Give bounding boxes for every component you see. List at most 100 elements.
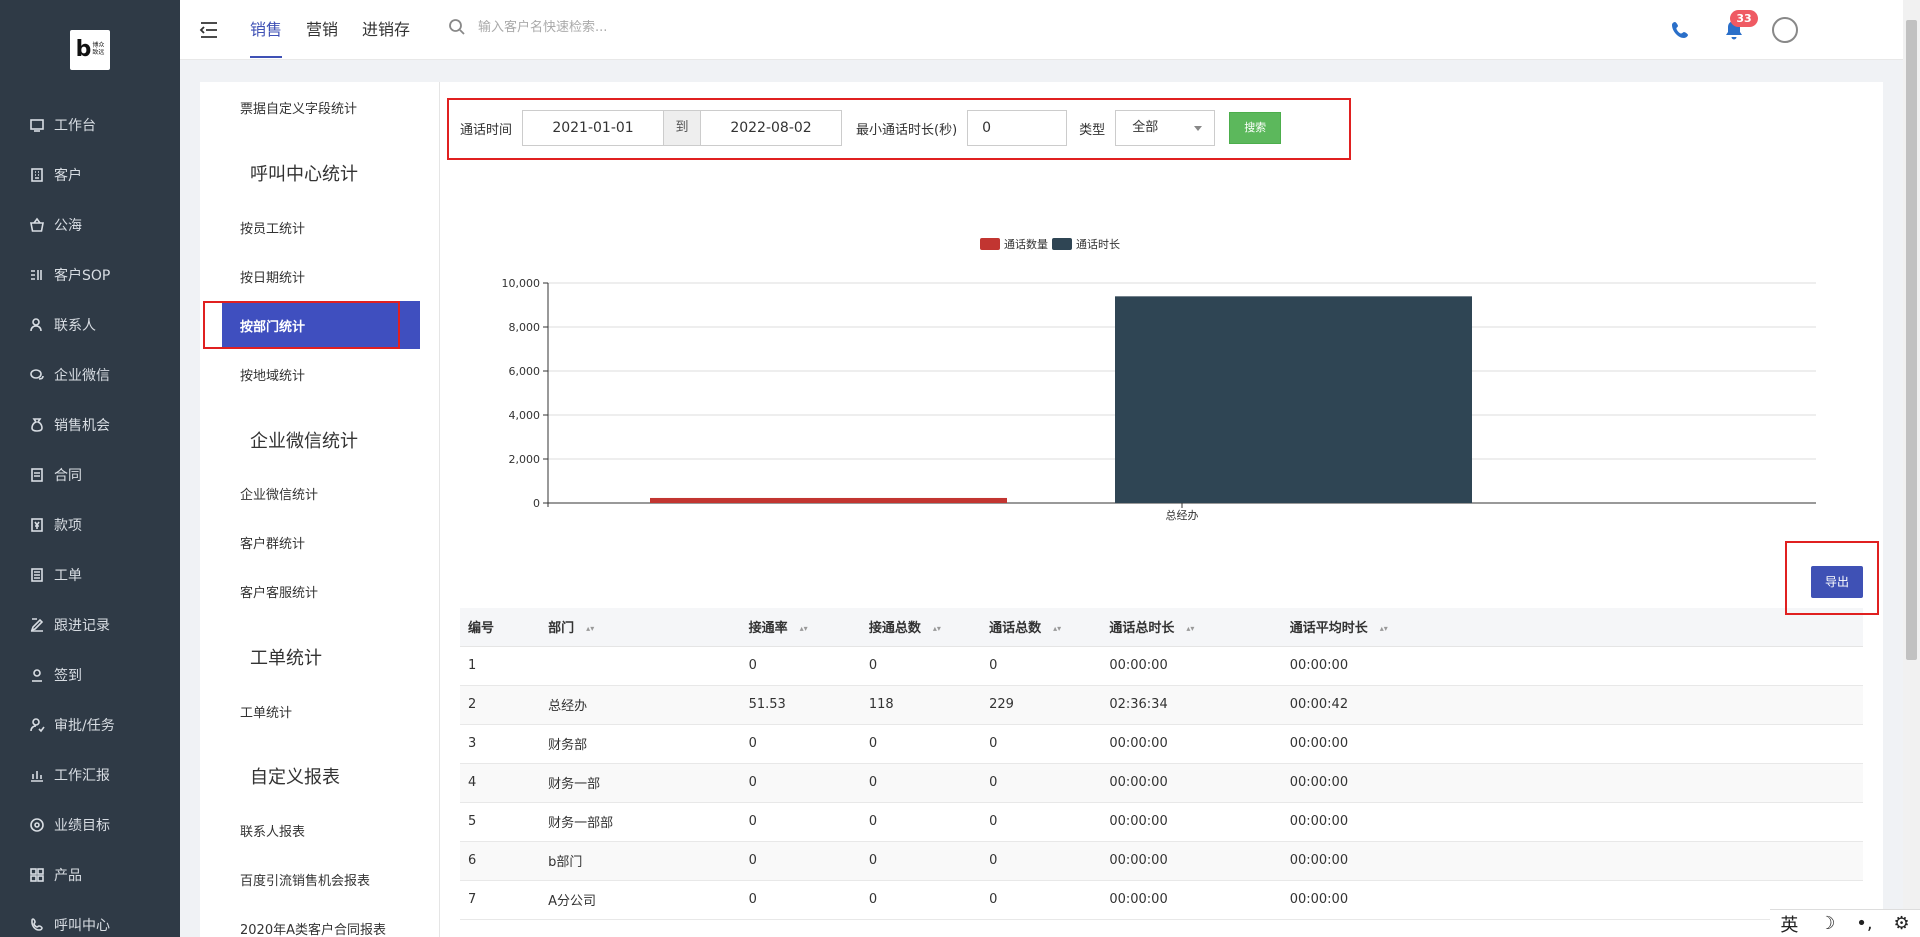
side-item-by-date[interactable]: 按日期统计 bbox=[240, 267, 305, 286]
tab-marketing[interactable]: 营销 bbox=[306, 0, 338, 60]
legend-swatch bbox=[980, 238, 1000, 250]
column-header-label: 通话总数 bbox=[989, 621, 1042, 637]
side-item-invoice-fields[interactable]: 票据自定义字段统计 bbox=[240, 98, 357, 117]
approval-icon bbox=[28, 716, 46, 734]
side-item-contact-report[interactable]: 联系人报表 bbox=[240, 821, 305, 840]
side-group-ticket: 工单统计 bbox=[250, 648, 322, 669]
column-header-label: 编号 bbox=[468, 621, 495, 637]
nav-item-target[interactable]: 业绩目标 bbox=[0, 800, 180, 850]
nav-list: 工作台 客户 公海 客户SOP 联系人企业微信 销售机会 合同 款项工单跟进记录 签到 审批/任务… bbox=[0, 100, 180, 937]
table-cell: 5 bbox=[460, 802, 541, 842]
y-tick-label: 4,000 bbox=[509, 409, 541, 422]
sort-icon[interactable]: ▴▾ bbox=[1053, 624, 1061, 633]
nav-item-label: 呼叫中心 bbox=[54, 918, 110, 934]
tab-sales[interactable]: 销售 bbox=[250, 0, 283, 58]
contract-icon bbox=[28, 466, 46, 484]
nav-item-label: 联系人 bbox=[54, 318, 96, 334]
punctuation-icon[interactable]: •, bbox=[1856, 913, 1872, 934]
column-header[interactable]: 通话总时长 ▴▾ bbox=[1101, 608, 1282, 647]
nav-item-edit[interactable]: 跟进记录 bbox=[0, 600, 180, 650]
table-cell: 00:00:00 bbox=[1101, 880, 1282, 920]
search-bar bbox=[448, 18, 738, 36]
sort-icon[interactable]: ▴▾ bbox=[1186, 624, 1194, 633]
side-item-customer-group[interactable]: 客户群统计 bbox=[240, 533, 305, 552]
side-item-customer-service[interactable]: 客户客服统计 bbox=[240, 582, 318, 601]
moon-icon[interactable]: ☽ bbox=[1819, 913, 1835, 934]
nav-item-label: 工作汇报 bbox=[54, 768, 110, 784]
table-cell: 0 bbox=[981, 724, 1102, 764]
table-cell: 0 bbox=[981, 841, 1102, 881]
table-cell: 00:00:00 bbox=[1281, 802, 1863, 842]
table-cell: 0 bbox=[981, 646, 1102, 686]
search-icon bbox=[449, 19, 465, 35]
menu-toggle-icon[interactable] bbox=[198, 20, 220, 40]
highlight-box-export bbox=[1785, 541, 1879, 615]
column-header-label: 接通总数 bbox=[868, 621, 921, 637]
table-header-row: 编号 部门 ▴▾ 接通率 ▴▾ 接通总数 ▴▾ 通话总数 ▴▾ 通话总时长 ▴▾ 通话平均时长 ▴▾ bbox=[460, 608, 1863, 647]
nav-item-call-center[interactable]: 呼叫中心 bbox=[0, 900, 180, 937]
side-item-2020-report[interactable]: 2020年A类客户合同报表 bbox=[240, 919, 386, 937]
sort-icon[interactable]: ▴▾ bbox=[933, 624, 941, 633]
avatar[interactable] bbox=[1772, 17, 1798, 43]
wechat-icon bbox=[28, 366, 46, 384]
table-cell: 0 bbox=[740, 880, 861, 920]
side-item-by-region[interactable]: 按地域统计 bbox=[240, 365, 305, 384]
bar-chart: 通话数量 通话时长 10,000 8,000 6,000 4,000 2,000 0 总经办 bbox=[502, 238, 1816, 522]
side-item-by-employee[interactable]: 按员工统计 bbox=[240, 218, 305, 237]
column-header-label: 接通率 bbox=[748, 621, 788, 637]
tab-inventory[interactable]: 进销存 bbox=[362, 0, 410, 60]
nav-item-building[interactable]: 客户 bbox=[0, 150, 180, 200]
table-cell: 7 bbox=[460, 880, 541, 920]
table-cell: 02:36:34 bbox=[1101, 685, 1282, 725]
nav-item-contract[interactable]: 合同 bbox=[0, 450, 180, 500]
column-header: 编号 bbox=[460, 608, 541, 647]
side-item-baidu-report[interactable]: 百度引流销售机会报表 bbox=[240, 870, 370, 889]
sort-icon[interactable]: ▴▾ bbox=[1380, 624, 1388, 633]
nav-item-report[interactable]: 工作汇报 bbox=[0, 750, 180, 800]
nav-item-approval[interactable]: 审批/任务 bbox=[0, 700, 180, 750]
report-side-menu: 票据自定义字段统计 呼叫中心统计 按员工统计 按日期统计 按部门统计 按地域统计… bbox=[200, 82, 440, 937]
logo[interactable]: b 博众 致远 bbox=[70, 30, 110, 70]
column-header[interactable]: 通话总数 ▴▾ bbox=[981, 608, 1102, 647]
report-icon bbox=[28, 766, 46, 784]
nav-item-desktop[interactable]: 工作台 bbox=[0, 100, 180, 150]
money-bag-icon bbox=[28, 416, 46, 434]
table-cell: 0 bbox=[740, 724, 861, 764]
column-header[interactable]: 部门 ▴▾ bbox=[540, 608, 741, 647]
nav-item-ticket[interactable]: 工单 bbox=[0, 550, 180, 600]
highlight-box-filter bbox=[447, 98, 1351, 160]
bar-通话时长 bbox=[1115, 296, 1472, 503]
column-header[interactable]: 通话平均时长 ▴▾ bbox=[1281, 608, 1863, 647]
nav-item-checkin[interactable]: 签到 bbox=[0, 650, 180, 700]
search-input[interactable] bbox=[478, 19, 738, 35]
nav-item-basket[interactable]: 公海 bbox=[0, 200, 180, 250]
sort-icon[interactable]: ▴▾ bbox=[586, 624, 594, 633]
column-header[interactable]: 接通总数 ▴▾ bbox=[860, 608, 982, 647]
sort-icon[interactable]: ▴▾ bbox=[800, 624, 808, 633]
contacts-icon bbox=[28, 316, 46, 334]
gear-icon[interactable]: ⚙ bbox=[1893, 913, 1909, 934]
nav-item-wechat[interactable]: 企业微信 bbox=[0, 350, 180, 400]
y-tick-label: 2,000 bbox=[509, 453, 541, 466]
nav-item-money-bag[interactable]: 销售机会 bbox=[0, 400, 180, 450]
nav-item-grid[interactable]: 产品 bbox=[0, 850, 180, 900]
nav-item-payment[interactable]: 款项 bbox=[0, 500, 180, 550]
table-cell: 4 bbox=[460, 763, 541, 803]
page-scrollbar[interactable] bbox=[1903, 0, 1920, 937]
table-cell: 0 bbox=[740, 802, 861, 842]
scrollbar-thumb[interactable] bbox=[1906, 20, 1917, 660]
phone-icon[interactable] bbox=[1670, 20, 1690, 40]
table-cell: 0 bbox=[981, 763, 1102, 803]
main-nav: b 博众 致远 工作台 客户 公海 客户SOP 联系人企业微信 销售机会 合同 款项工单跟进记… bbox=[0, 0, 180, 937]
nav-item-sop[interactable]: 客户SOP bbox=[0, 250, 180, 300]
nav-item-label: 工单 bbox=[54, 568, 82, 584]
ime-lang[interactable]: 英 bbox=[1780, 911, 1798, 937]
nav-item-contacts[interactable]: 联系人 bbox=[0, 300, 180, 350]
side-item-wechat-stats[interactable]: 企业微信统计 bbox=[240, 484, 318, 503]
table-cell: 0 bbox=[860, 880, 982, 920]
table-cell: b部门 bbox=[540, 841, 741, 881]
table-cell: 00:00:00 bbox=[1281, 841, 1863, 881]
column-header[interactable]: 接通率 ▴▾ bbox=[740, 608, 861, 647]
table-cell: 118 bbox=[860, 685, 982, 725]
side-item-ticket-stats[interactable]: 工单统计 bbox=[240, 702, 292, 721]
